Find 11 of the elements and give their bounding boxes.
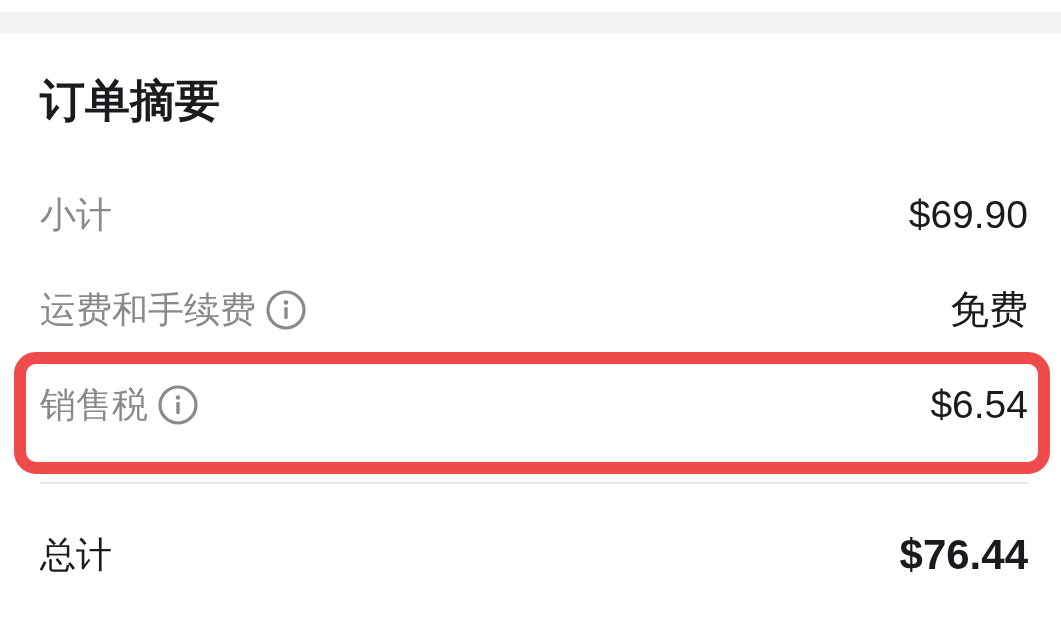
row-label: 小计 bbox=[40, 192, 112, 237]
total-value: $76.44 bbox=[899, 529, 1028, 580]
row-value: $69.90 bbox=[908, 191, 1028, 238]
total-label: 总计 bbox=[40, 532, 112, 577]
row-label: 运费和手续费 bbox=[40, 287, 256, 332]
row-label: 销售税 bbox=[40, 382, 148, 427]
info-icon[interactable] bbox=[266, 289, 306, 330]
row-value: 免费 bbox=[950, 286, 1028, 333]
row-value: $6.54 bbox=[930, 381, 1028, 428]
info-icon[interactable] bbox=[158, 384, 198, 425]
section-title: 订单摘要 bbox=[40, 74, 220, 128]
